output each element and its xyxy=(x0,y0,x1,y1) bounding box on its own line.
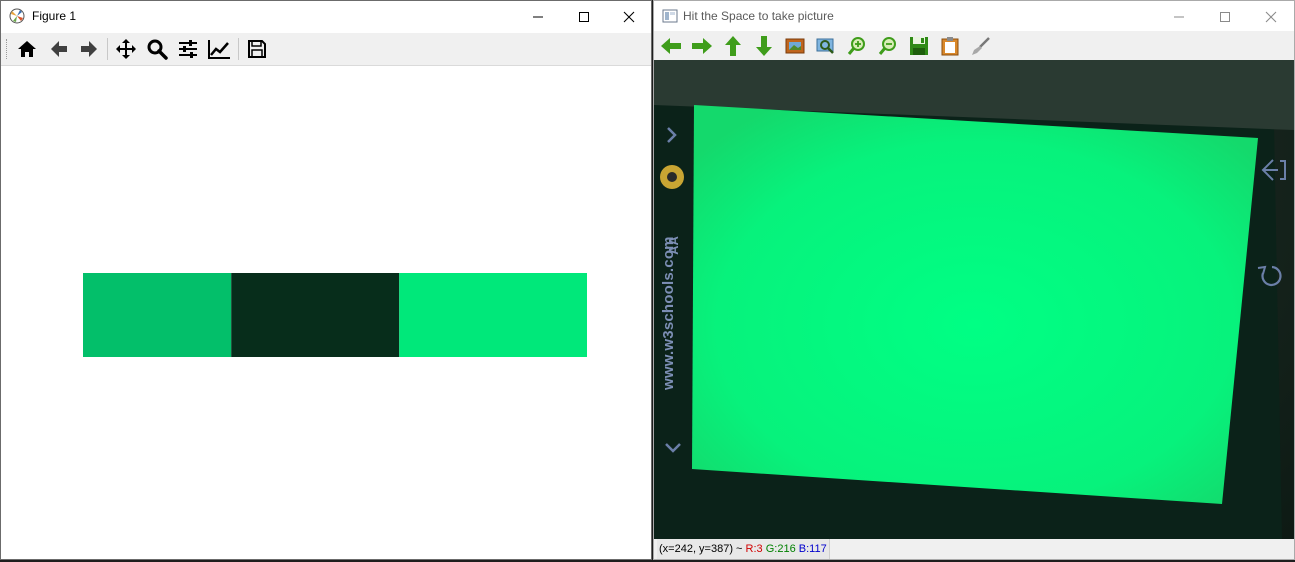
tablet-screen xyxy=(692,105,1258,504)
toolbar-separator xyxy=(238,38,239,60)
close-button[interactable] xyxy=(606,1,652,32)
pan-right-icon[interactable] xyxy=(690,34,714,58)
font-size-label: AA xyxy=(665,236,681,255)
maximize-button[interactable] xyxy=(1202,1,1248,32)
color-swatch-3 xyxy=(399,273,587,357)
save-floppy-icon[interactable] xyxy=(244,37,270,61)
color-swatch-bar xyxy=(83,273,587,357)
cursor-coords: (x=242, y=387) ~ xyxy=(659,543,743,555)
minimize-button[interactable] xyxy=(515,1,561,32)
configure-subplots-icon[interactable] xyxy=(175,37,201,61)
zoom-magnifier-icon[interactable] xyxy=(144,37,170,61)
pan-down-icon[interactable] xyxy=(752,34,776,58)
opencv-window-icon xyxy=(662,8,678,24)
title-bar[interactable]: Figure 1 xyxy=(1,1,651,32)
blue-value: B:117 xyxy=(798,543,827,555)
color-swatch-1 xyxy=(83,273,232,357)
red-value: R:3 xyxy=(745,543,763,555)
zoom-image-icon[interactable] xyxy=(783,34,807,58)
color-swatch-2 xyxy=(231,273,400,357)
green-value: G:216 xyxy=(765,543,796,555)
figure-window: Figure 1 xyxy=(0,0,652,560)
maximize-button[interactable] xyxy=(561,1,607,32)
back-arrow-icon[interactable] xyxy=(46,37,72,61)
matplotlib-app-icon xyxy=(9,8,25,24)
pan-up-icon[interactable] xyxy=(721,34,745,58)
side-text-label: www.w3schools.com xyxy=(660,236,677,390)
save-image-icon[interactable] xyxy=(907,34,931,58)
camera-window: Hit the Space to take picture www.w3scho… xyxy=(653,0,1295,560)
edit-axis-line-icon[interactable] xyxy=(206,37,232,61)
camera-feed[interactable]: www.w3schools.com AA xyxy=(654,60,1294,539)
pan-left-icon[interactable] xyxy=(659,34,683,58)
home-icon[interactable] xyxy=(14,37,40,61)
zoom-fit-icon[interactable] xyxy=(814,34,838,58)
status-bar: (x=242, y=387) ~ R:3 G:216 B:117 xyxy=(654,539,1294,559)
minimize-button[interactable] xyxy=(1156,1,1202,32)
toolbar-separator xyxy=(107,38,108,60)
forward-arrow-icon[interactable] xyxy=(76,37,102,61)
toolbar-grip[interactable] xyxy=(6,39,9,59)
title-bar[interactable]: Hit the Space to take picture xyxy=(654,1,1294,31)
opencv-toolbar xyxy=(654,31,1294,60)
figure-canvas[interactable] xyxy=(1,66,651,559)
navigation-toolbar xyxy=(1,33,651,66)
copy-clipboard-icon[interactable] xyxy=(938,34,962,58)
zoom-in-icon[interactable] xyxy=(845,34,869,58)
zoom-out-icon[interactable] xyxy=(876,34,900,58)
window-title: Figure 1 xyxy=(32,9,77,23)
close-button[interactable] xyxy=(1248,1,1294,32)
properties-brush-icon[interactable] xyxy=(969,34,993,58)
window-title: Hit the Space to take picture xyxy=(683,9,834,23)
tablet-frame xyxy=(654,60,1294,539)
pan-move-icon[interactable] xyxy=(113,37,139,61)
pixel-readout: (x=242, y=387) ~ R:3 G:216 B:117 xyxy=(657,539,830,559)
